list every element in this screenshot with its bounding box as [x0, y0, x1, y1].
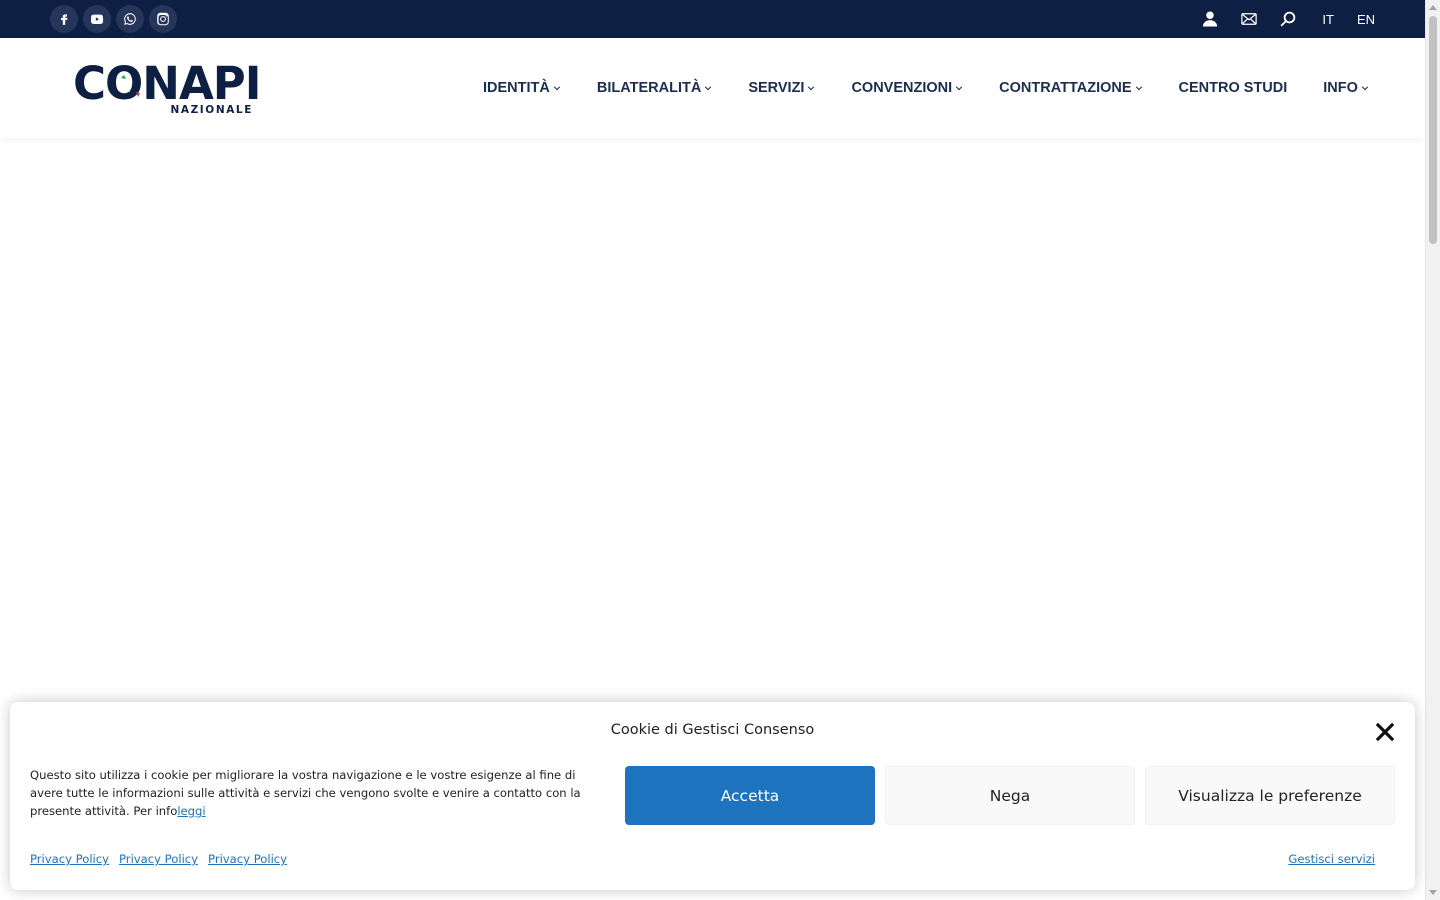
deny-button[interactable]: Nega: [885, 766, 1135, 825]
chevron-down-icon: [1135, 86, 1142, 91]
cookie-banner-title: Cookie di Gestisci Consenso: [610, 722, 815, 738]
cookie-message: Questo sito utilizza i cookie per miglio…: [30, 766, 600, 820]
language-it[interactable]: IT: [1322, 12, 1334, 27]
instagram-link[interactable]: [149, 5, 177, 33]
site-header: CONAPI NAZIONALE IDENTITÀ BILATERALITÀ S…: [0, 38, 1425, 138]
social-links: [50, 5, 177, 33]
privacy-policy-link[interactable]: Privacy Policy: [119, 852, 198, 866]
youtube-link[interactable]: [83, 5, 111, 33]
nav-item-label: SERVIZI: [748, 80, 805, 96]
logo-subtitle: NAZIONALE: [170, 104, 253, 116]
top-bar: IT EN: [0, 0, 1425, 38]
whatsapp-icon: [124, 13, 136, 25]
close-icon[interactable]: [1375, 722, 1395, 742]
chevron-down-icon: [955, 86, 963, 91]
main-navigation: IDENTITÀ BILATERALITÀ SERVIZI CONVENZION…: [483, 38, 1369, 138]
view-preferences-button[interactable]: Visualizza le preferenze: [1145, 766, 1395, 825]
nav-item-label: BILATERALITÀ: [596, 80, 702, 96]
nav-item-label: IDENTITÀ: [483, 80, 550, 96]
nav-item-info[interactable]: INFO: [1323, 80, 1369, 96]
nav-item-centro-studi[interactable]: CENTRO STUDI: [1179, 80, 1288, 96]
nav-item-servizi[interactable]: SERVIZI: [748, 80, 815, 96]
cookie-message-text: Questo sito utilizza i cookie per miglio…: [30, 768, 581, 818]
whatsapp-link[interactable]: [116, 5, 144, 33]
page-scrollbar[interactable]: [1425, 0, 1440, 900]
contact-link[interactable]: [1238, 8, 1260, 30]
chevron-down-icon: [1361, 86, 1369, 91]
logo-wordmark: CONAPI: [73, 57, 261, 110]
gear-logo-icon: [121, 75, 140, 97]
accept-button[interactable]: Accetta: [625, 766, 875, 825]
cookie-policy-links: Privacy Policy Privacy Policy Privacy Po…: [30, 852, 287, 866]
nav-item-contrattazione[interactable]: CONTRATTAZIONE: [999, 80, 1142, 96]
youtube-icon: [91, 14, 104, 24]
account-link[interactable]: [1199, 8, 1221, 30]
nav-item-label: INFO: [1323, 80, 1358, 96]
scroll-up-arrow-icon[interactable]: [1429, 5, 1437, 10]
scroll-down-arrow-icon[interactable]: [1429, 890, 1437, 895]
chevron-down-icon: [808, 86, 815, 91]
nav-item-label: CENTRO STUDI: [1178, 80, 1288, 96]
facebook-icon: [61, 14, 68, 25]
chevron-down-icon: [553, 86, 561, 91]
nav-item-identita[interactable]: IDENTITÀ: [483, 80, 561, 96]
top-utilities: IT EN: [1182, 0, 1375, 38]
scrollbar-thumb[interactable]: [1429, 16, 1437, 244]
nav-item-label: CONTRATTAZIONE: [999, 80, 1132, 96]
nav-item-bilateralita[interactable]: BILATERALITÀ: [597, 80, 712, 96]
user-icon: [1203, 11, 1218, 27]
privacy-policy-link[interactable]: Privacy Policy: [30, 852, 109, 866]
mail-icon: [1241, 13, 1258, 25]
chevron-down-icon: [705, 86, 712, 91]
manage-services-link[interactable]: Gestisci servizi: [1288, 852, 1375, 866]
facebook-link[interactable]: [50, 5, 78, 33]
search-icon: [1281, 11, 1296, 27]
nav-item-label: CONVENZIONI: [851, 80, 953, 96]
nav-item-convenzioni[interactable]: CONVENZIONI: [851, 80, 963, 96]
read-more-link[interactable]: leggi: [177, 804, 205, 818]
privacy-policy-link[interactable]: Privacy Policy: [208, 852, 287, 866]
language-en[interactable]: EN: [1357, 12, 1375, 27]
instagram-icon: [157, 12, 169, 26]
cookie-consent-banner: Cookie di Gestisci Consenso Questo sito …: [10, 702, 1415, 890]
site-logo[interactable]: CONAPI NAZIONALE: [73, 58, 261, 117]
search-button[interactable]: [1277, 8, 1299, 30]
